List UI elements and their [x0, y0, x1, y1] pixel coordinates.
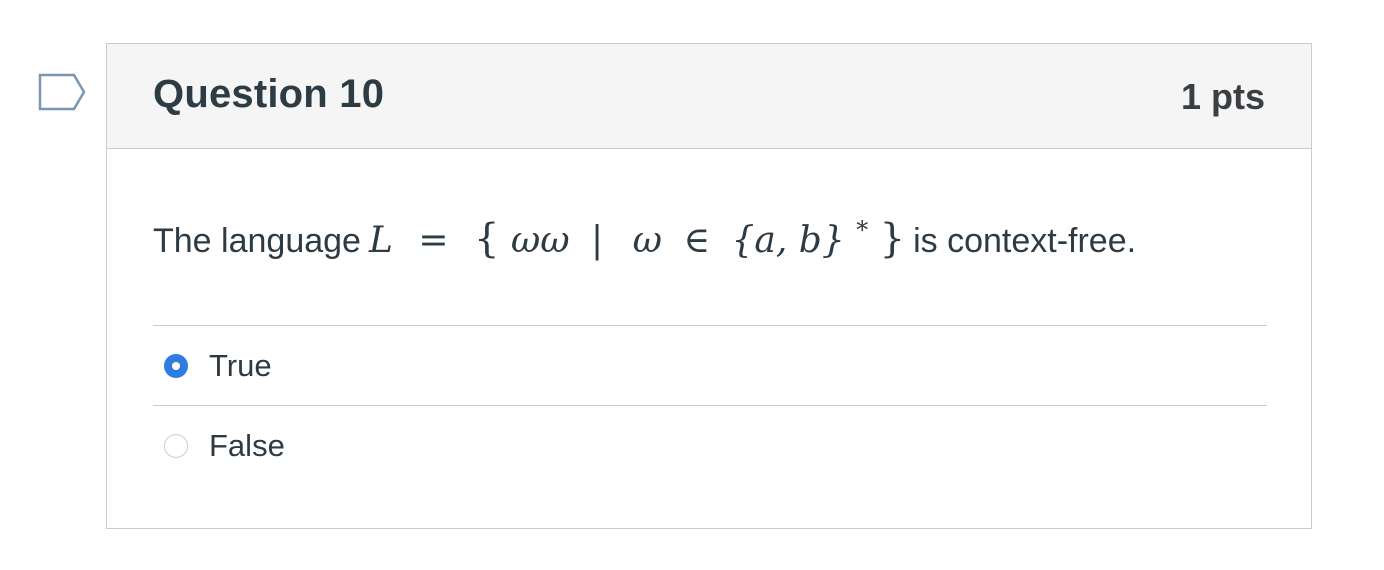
- math-w: ω: [632, 220, 662, 261]
- math-equals: =: [418, 220, 449, 261]
- math-L: L: [368, 220, 393, 261]
- radio-true[interactable]: [164, 353, 188, 378]
- answer-list: True False: [153, 325, 1267, 485]
- math-close-brace: }: [879, 216, 906, 262]
- flag-question-icon[interactable]: [38, 72, 86, 112]
- math-open-brace: {: [473, 216, 500, 262]
- answer-label-true[interactable]: True: [209, 348, 272, 384]
- question-header: Question 10 1 pts: [107, 44, 1311, 149]
- question-text-before: The language: [153, 222, 361, 260]
- math-set: {a, b}: [731, 220, 845, 261]
- math-star: *: [856, 216, 869, 244]
- radio-false[interactable]: [164, 433, 188, 458]
- answer-option-true[interactable]: True: [153, 325, 1267, 405]
- answer-label-false[interactable]: False: [209, 428, 285, 464]
- math-ww: ωω: [510, 220, 570, 261]
- math-expression: L = { ωω | ω ∈ {a, b} * }: [369, 216, 905, 262]
- question-text: The language L = { ωω | ω ∈ {a, b} * } i…: [153, 216, 1136, 262]
- answer-option-false[interactable]: False: [153, 405, 1267, 485]
- math-in: ∈: [683, 220, 711, 261]
- question-points: 1 pts: [1180, 76, 1265, 117]
- question-text-after: is context-free.: [913, 222, 1137, 260]
- question-card: Question 10 1 pts The language L = { ωω …: [106, 43, 1312, 529]
- question-title: Question 10: [153, 72, 385, 116]
- math-bar: |: [591, 220, 604, 261]
